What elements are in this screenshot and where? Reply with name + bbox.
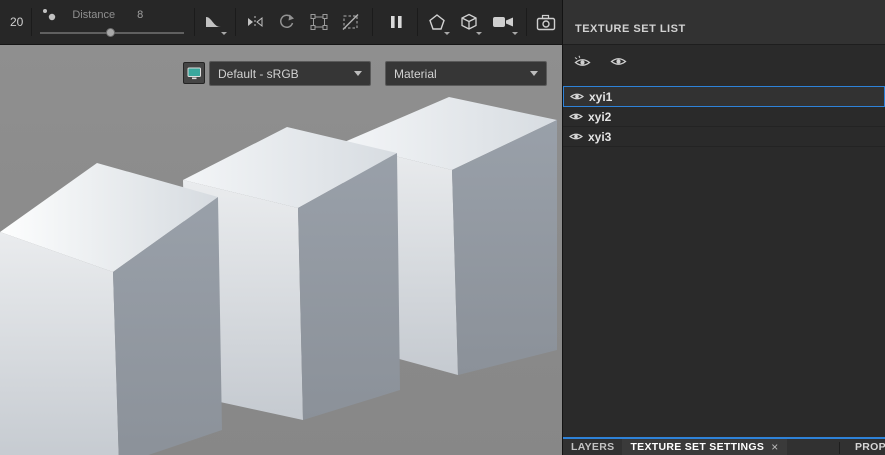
tab-properties-partial[interactable]: PROPE	[847, 439, 885, 455]
texture-set-list: xyi1 xyi2 xyi3	[563, 86, 885, 147]
distance-slider[interactable]	[38, 27, 186, 39]
texture-set-list-panel: TEXTURE SET LIST xyi1 xyi2 xyi3 LAYERS T…	[562, 0, 885, 455]
visibility-eye-icon[interactable]	[569, 111, 583, 122]
color-profile-dropdown[interactable]: Default - sRGB	[209, 61, 371, 86]
toolbar-separator	[417, 8, 419, 36]
radial-symmetry-button[interactable]	[274, 7, 300, 37]
tab-texture-set-settings[interactable]: TEXTURE SET SETTINGS ×	[622, 439, 787, 455]
panel-title: TEXTURE SET LIST	[575, 23, 686, 35]
spacing-dots-icon[interactable]	[38, 0, 60, 30]
bottom-dock-tabs: LAYERS TEXTURE SET SETTINGS × PROPE	[563, 437, 885, 455]
camera-mode-button[interactable]	[488, 7, 519, 37]
texture-set-row-xyi3[interactable]: xyi3	[563, 127, 885, 147]
panel-header: TEXTURE SET LIST	[563, 0, 885, 45]
texture-set-name: xyi2	[588, 109, 612, 124]
chevron-down-icon	[354, 71, 362, 76]
toolbar-separator	[31, 8, 33, 36]
distance-value: 8	[137, 9, 144, 21]
lasso-disabled-button[interactable]	[338, 7, 364, 37]
painter-window: 20 Distance 8 Default - sRGB Material TE…	[0, 0, 885, 455]
chevron-down-icon	[512, 32, 519, 35]
transform-button[interactable]	[306, 7, 332, 37]
distance-control: Distance 8	[38, 5, 186, 39]
snapshot-camera-button[interactable]	[533, 7, 559, 37]
chevron-down-icon	[530, 71, 538, 76]
toolbar-separator	[372, 8, 374, 36]
cubes-scene	[0, 97, 557, 455]
chevron-down-icon	[221, 32, 228, 35]
top-toolbar: 20 Distance 8	[0, 0, 562, 45]
distance-label: Distance	[72, 9, 116, 21]
falloff-curve-button[interactable]	[201, 7, 228, 37]
projection-cube-button[interactable]	[456, 7, 483, 37]
tab-label: TEXTURE SET SETTINGS	[630, 441, 765, 453]
shading-mode-value: Material	[394, 66, 437, 81]
visibility-eye-icon[interactable]	[607, 52, 629, 72]
distance-slider-handle[interactable]	[106, 28, 116, 37]
viewport-controls: Default - sRGB Material	[0, 61, 562, 87]
texture-set-row-xyi2[interactable]: xyi2	[563, 107, 885, 127]
toolbar-separator	[235, 8, 237, 36]
display-settings-icon	[187, 67, 201, 79]
color-profile-value: Default - sRGB	[218, 66, 299, 81]
chevron-down-icon	[476, 32, 483, 35]
close-icon[interactable]: ×	[771, 440, 778, 454]
brush-size-value[interactable]: 20	[10, 15, 23, 29]
viewport-3d[interactable]: Default - sRGB Material	[0, 45, 562, 455]
toggle-all-visibility-eye-icon[interactable]	[571, 52, 593, 72]
texture-set-name: xyi1	[589, 89, 613, 104]
visibility-eye-icon[interactable]	[569, 131, 583, 142]
polygon-fill-button[interactable]	[424, 7, 451, 37]
display-settings-button[interactable]	[183, 62, 205, 84]
tab-divider	[839, 442, 840, 454]
toolbar-separator	[526, 8, 528, 36]
pause-button[interactable]	[383, 7, 409, 37]
tab-layers[interactable]: LAYERS	[563, 439, 622, 455]
visibility-eye-icon[interactable]	[570, 91, 584, 102]
shading-mode-dropdown[interactable]: Material	[385, 61, 547, 86]
toolbar-separator	[194, 8, 196, 36]
chevron-down-icon	[444, 32, 451, 35]
visibility-toolbar	[563, 45, 885, 78]
texture-set-name: xyi3	[588, 129, 612, 144]
texture-set-row-xyi1[interactable]: xyi1	[563, 86, 885, 107]
mirror-symmetry-button[interactable]	[242, 7, 268, 37]
